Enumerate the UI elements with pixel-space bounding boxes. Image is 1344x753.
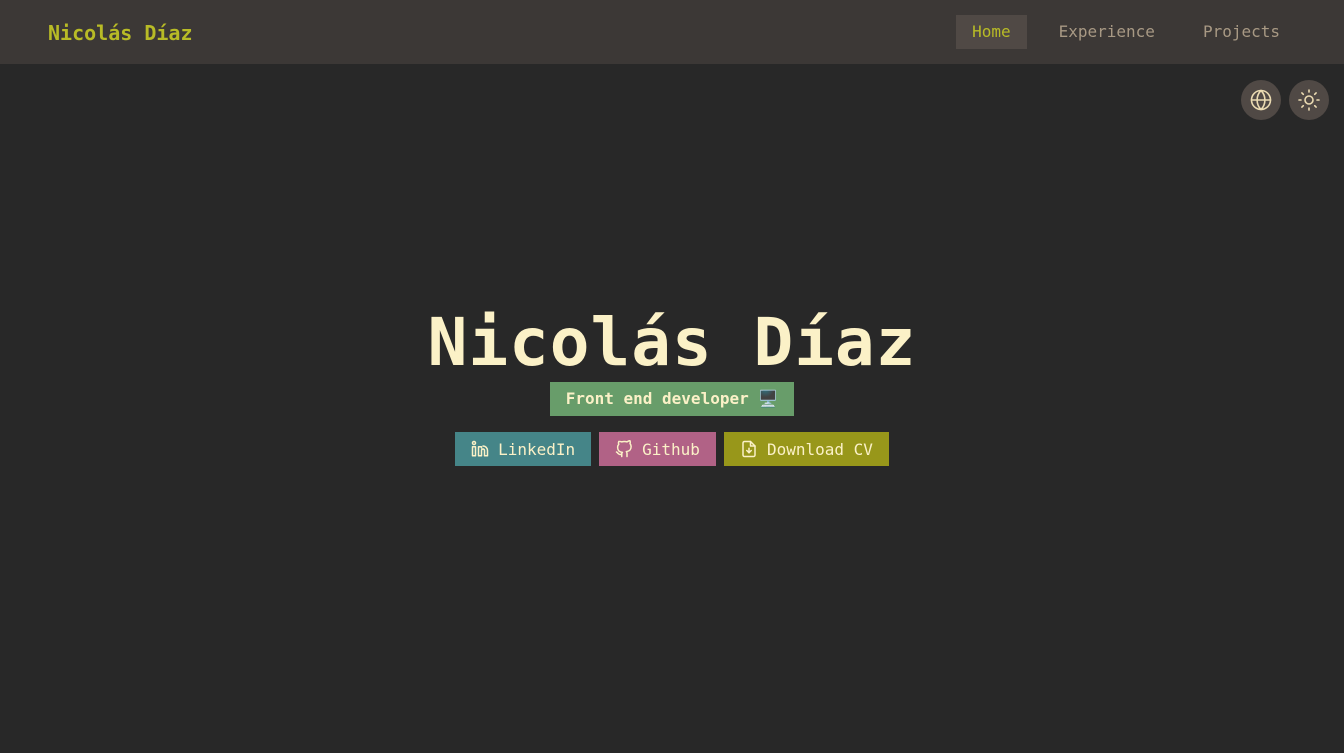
- file-download-icon: [740, 440, 758, 458]
- linkedin-label: LinkedIn: [498, 439, 576, 459]
- theme-toggle-button[interactable]: [1289, 80, 1329, 120]
- social-links: LinkedIn Github Download CV: [0, 432, 1344, 466]
- nav-item-projects[interactable]: Projects: [1187, 15, 1296, 49]
- nav-item-experience[interactable]: Experience: [1043, 15, 1171, 49]
- download-cv-button[interactable]: Download CV: [723, 432, 889, 466]
- download-cv-label: Download CV: [766, 439, 873, 459]
- role-badge: Front end developer 🖥️: [549, 382, 795, 416]
- globe-icon: [1250, 89, 1272, 111]
- nav-item-home[interactable]: Home: [956, 15, 1027, 49]
- main-nav: Home Experience Projects: [940, 15, 1296, 49]
- github-button[interactable]: Github: [599, 432, 716, 466]
- linkedin-button[interactable]: LinkedIn: [455, 432, 592, 466]
- github-icon: [615, 440, 633, 458]
- top-navbar: Nicolás Díaz Home Experience Projects: [0, 0, 1344, 64]
- language-button[interactable]: [1241, 80, 1281, 120]
- linkedin-icon: [471, 440, 489, 458]
- hero-name: Nicolás Díaz: [427, 304, 917, 381]
- brand-name[interactable]: Nicolás Díaz: [48, 0, 193, 64]
- hero-section: Nicolás Díaz Front end developer 🖥️ Link…: [0, 300, 1344, 466]
- github-label: Github: [642, 439, 700, 459]
- sun-icon: [1298, 89, 1320, 111]
